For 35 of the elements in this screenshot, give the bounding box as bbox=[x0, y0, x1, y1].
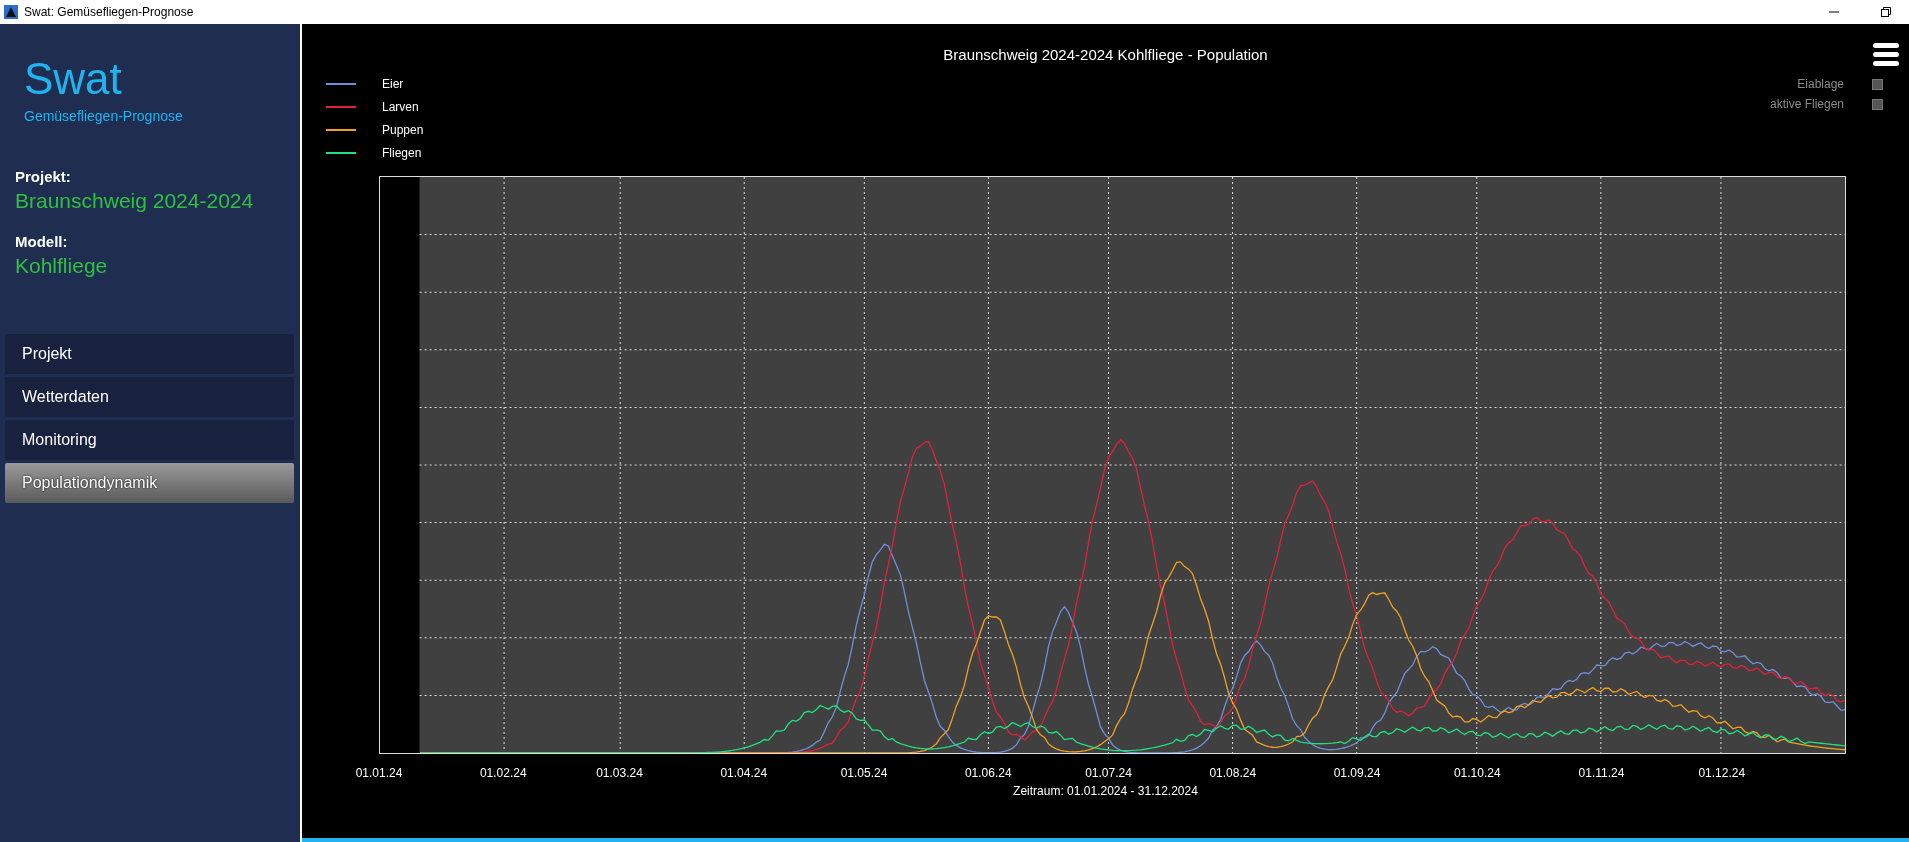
axis-tick-label: 01.12.24 bbox=[1698, 766, 1746, 780]
toggle-label: aktive Fliegen bbox=[1769, 97, 1844, 111]
axis-tick-label: 01.05.24 bbox=[840, 766, 888, 780]
axis-tick-label: 01.08.24 bbox=[1209, 766, 1257, 780]
restore-icon[interactable] bbox=[1881, 7, 1891, 17]
axis-tick-label: 01.01.24 bbox=[355, 766, 403, 780]
axis-tick-label: 01.04.24 bbox=[720, 766, 768, 780]
nav-item[interactable]: Monitoring bbox=[5, 420, 294, 460]
app-subtitle: Gemüsefliegen-Prognose bbox=[24, 108, 184, 124]
axis-tick-label: 01.11.24 bbox=[1578, 766, 1625, 780]
window-title: Swat: Gemüsefliegen-Prognose bbox=[24, 5, 195, 19]
axis-tick-label: 01.03.24 bbox=[596, 766, 643, 780]
project-label: Projekt: bbox=[15, 168, 72, 185]
legend-label: Eier bbox=[382, 77, 404, 91]
nav-item[interactable]: Populationdynamik bbox=[5, 463, 294, 503]
checkbox[interactable] bbox=[1872, 78, 1883, 90]
axis-tick-label: 01.06.24 bbox=[964, 766, 1012, 780]
legend-label: Larven bbox=[382, 100, 419, 114]
nav-item[interactable]: Wetterdaten bbox=[5, 377, 294, 417]
legend-label: Fliegen bbox=[382, 146, 422, 160]
model-label: Modell: bbox=[15, 233, 69, 250]
checkbox[interactable] bbox=[1872, 98, 1883, 110]
axis-tick-label: 01.02.24 bbox=[479, 766, 527, 780]
axis-title: Zeitraum: 01.01.2024 - 31.12.2024 bbox=[1012, 784, 1199, 798]
axis-tick-label: 01.09.24 bbox=[1333, 766, 1381, 780]
axis-tick-label: 01.10.24 bbox=[1453, 766, 1501, 780]
toggle-label: Eiablage bbox=[1797, 77, 1844, 91]
axis-tick-label: 01.07.24 bbox=[1085, 766, 1132, 780]
app-logo-icon bbox=[4, 5, 18, 19]
nav-item[interactable]: Projekt bbox=[5, 334, 294, 374]
chart-title: Braunschweig 2024-2024 Kohlfliege - Population bbox=[942, 46, 1269, 63]
legend-label: Puppen bbox=[382, 123, 424, 137]
project-value: Braunschweig 2024-2024 bbox=[15, 189, 255, 213]
model-value: Kohlfliege bbox=[15, 254, 109, 278]
app-name: Swat bbox=[24, 54, 123, 104]
